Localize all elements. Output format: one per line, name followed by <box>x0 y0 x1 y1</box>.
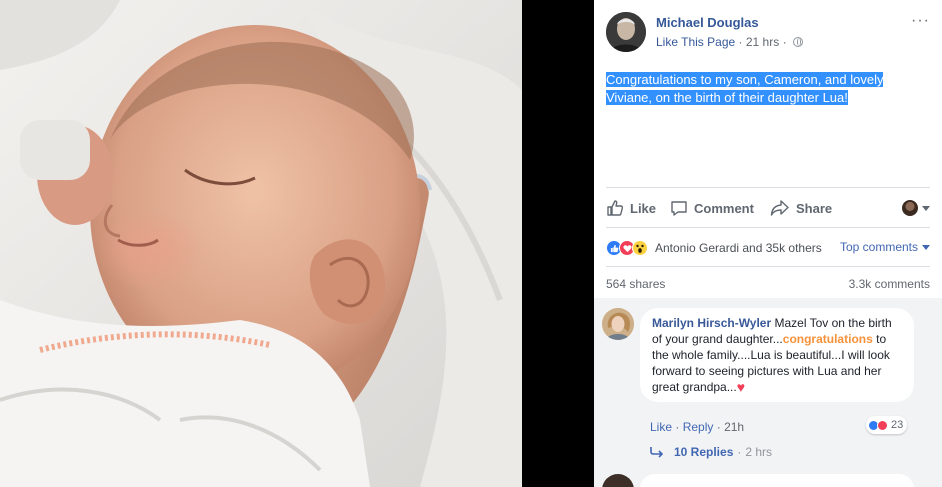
comment-keyword: congratulations <box>782 332 873 346</box>
comment-like-link[interactable]: Like <box>650 420 672 434</box>
meta-separator: · <box>716 420 721 434</box>
comments-section: Marilyn Hirsch-Wyler Mazel Tov on the bi… <box>594 298 942 487</box>
reaction-icons <box>606 240 648 256</box>
post-meta: Like This Page · 21 hrs · <box>656 35 803 49</box>
engagement-counts: 564 shares 3.3k comments <box>606 277 930 293</box>
post-panel: Michael Douglas Like This Page · 21 hrs … <box>594 0 942 487</box>
comment-bubble <box>640 474 914 487</box>
thumbs-up-icon <box>607 200 624 216</box>
share-label: Share <box>796 200 833 216</box>
view-replies-link[interactable]: 10 Replies · 2 hrs <box>650 445 772 459</box>
like-page-link[interactable]: Like This Page <box>656 35 735 49</box>
comment-button[interactable]: Comment <box>670 196 754 220</box>
reply-arrow-icon <box>650 447 664 458</box>
avatar-portrait-icon <box>606 12 646 52</box>
reactions-summary[interactable]: Antonio Gerardi and 35k others Top comme… <box>606 239 930 257</box>
commenter-avatar[interactable] <box>602 308 634 340</box>
heart-icon: ♥ <box>736 379 746 395</box>
lightbox-gap <box>522 0 594 487</box>
post-text-body: Congratulations to my son, Cameron, and … <box>606 72 884 105</box>
meta-separator: · <box>738 35 743 49</box>
comment-reaction-count: 23 <box>891 419 904 431</box>
meta-separator: · <box>675 420 680 434</box>
share-arrow-icon <box>770 200 789 216</box>
meta-separator: · <box>737 445 742 459</box>
comment-reply-link[interactable]: Reply <box>683 420 714 434</box>
divider <box>606 266 930 267</box>
like-label: Like <box>630 200 657 216</box>
post-actions: Like Comment Share <box>606 196 930 220</box>
divider <box>606 187 930 188</box>
more-options-icon[interactable]: ··· <box>911 12 930 30</box>
commenter-name[interactable]: Marilyn Hirsch-Wyler <box>652 316 771 330</box>
page-avatar[interactable] <box>606 12 646 52</box>
top-comments-label: Top comments <box>839 240 918 254</box>
post-photo[interactable] <box>0 0 522 487</box>
share-button[interactable]: Share <box>770 196 832 220</box>
replies-label: 10 Replies <box>674 445 734 459</box>
post-header: Michael Douglas Like This Page · 21 hrs … <box>606 10 930 54</box>
comment-reactions[interactable]: 23 <box>866 416 908 434</box>
comments-count[interactable]: 3.3k comments <box>849 277 930 291</box>
reactors-text[interactable]: Antonio Gerardi and 35k others <box>655 241 822 255</box>
user-avatar-icon <box>902 200 918 216</box>
chevron-down-icon <box>922 244 930 250</box>
comment-bubble-icon <box>671 201 687 216</box>
post-author[interactable]: Michael Douglas <box>656 15 759 30</box>
comment-time[interactable]: 21h <box>724 420 744 434</box>
commenter-portrait-icon <box>602 308 634 340</box>
commenter-avatar[interactable] <box>602 474 634 487</box>
chevron-down-icon <box>922 205 930 211</box>
comment-meta: Like · Reply · 21h <box>650 420 744 434</box>
love-icon <box>877 419 888 431</box>
globe-icon <box>792 37 803 47</box>
top-comments-dropdown[interactable]: Top comments <box>840 240 930 254</box>
post-text: Congratulations to my son, Cameron, and … <box>606 71 916 107</box>
post-as-selector[interactable] <box>902 196 930 220</box>
comment-bubble: Marilyn Hirsch-Wyler Mazel Tov on the bi… <box>640 308 914 402</box>
post-time[interactable]: 21 hrs <box>746 35 779 49</box>
like-button[interactable]: Like <box>606 196 656 220</box>
wow-icon <box>632 240 648 256</box>
shares-count[interactable]: 564 shares <box>606 277 665 291</box>
comment-label: Comment <box>694 200 754 216</box>
meta-separator: · <box>782 35 787 49</box>
divider <box>606 227 930 228</box>
newborn-photo-illustration <box>0 0 522 487</box>
replies-time: 2 hrs <box>745 445 773 459</box>
